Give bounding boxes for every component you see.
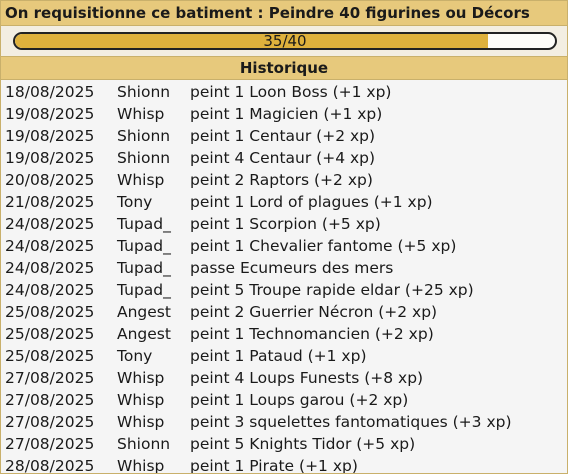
history-date: 25/08/2025 <box>5 325 95 343</box>
history-date: 20/08/2025 <box>5 171 95 189</box>
history-action: peint 1 Pataud (+1 xp) <box>190 347 367 365</box>
history-action: peint 1 Lord of plagues (+1 xp) <box>190 193 433 211</box>
history-action: peint 3 squelettes fantomatiques (+3 xp) <box>190 413 512 431</box>
history-row: 21/08/2025 Tony peint 1 Lord of plagues (+… <box>1 191 567 213</box>
progress-label: 35/40 <box>263 32 307 50</box>
history-row: 27/08/2025 Shionn peint 5 Knights Tidor (+… <box>1 433 567 455</box>
history-user: Tony <box>117 193 153 211</box>
history-action: peint 4 Centaur (+4 xp) <box>190 149 376 167</box>
history-user: Tupad_ <box>117 237 171 255</box>
history-action: passe Ecumeurs des mers <box>190 259 394 277</box>
history-date: 19/08/2025 <box>5 127 95 145</box>
history-user: Tony <box>117 347 153 365</box>
history-date: 25/08/2025 <box>5 347 95 365</box>
history-header: Historique <box>1 57 567 80</box>
history-row: 24/08/2025 Tupad_ peint 1 Scorpion (+5 xp) <box>1 213 567 235</box>
history-user: Shionn <box>117 83 171 101</box>
history-date: 24/08/2025 <box>5 259 95 277</box>
history-action: peint 1 Scorpion (+5 xp) <box>190 215 381 233</box>
history-action: peint 1 Magicien (+1 xp) <box>190 105 383 123</box>
history-user: Tupad_ <box>117 215 171 233</box>
history-user: Whisp <box>117 105 165 123</box>
history-row: 24/08/2025 Tupad_ passe Ecumeurs des mers <box>1 257 567 279</box>
history-action: peint 5 Troupe rapide eldar (+25 xp) <box>190 281 474 299</box>
quest-panel: On requisitionne ce batiment : Peindre 4… <box>0 0 568 474</box>
history-row: 25/08/2025 Angest peint 2 Guerrier Nécron … <box>1 301 567 323</box>
history-date: 24/08/2025 <box>5 281 95 299</box>
history-date: 24/08/2025 <box>5 215 95 233</box>
history-action: peint 2 Guerrier Nécron (+2 xp) <box>190 303 438 321</box>
history-action: peint 5 Knights Tidor (+5 xp) <box>190 435 416 453</box>
history-user: Angest <box>117 325 171 343</box>
history-user: Whisp <box>117 369 165 387</box>
history-date: 27/08/2025 <box>5 435 95 453</box>
history-date: 27/08/2025 <box>5 413 95 431</box>
history-date: 27/08/2025 <box>5 369 95 387</box>
history-row: 19/08/2025 Whisp peint 1 Magicien (+1 xp) <box>1 103 567 125</box>
history-row: 25/08/2025 Angest peint 1 Technomancien (+… <box>1 323 567 345</box>
history-row: 27/08/2025 Whisp peint 4 Loups Funests (+8… <box>1 367 567 389</box>
history-row: 28/08/2025 Whisp peint 1 Pirate (+1 xp) <box>1 455 567 474</box>
history-row: 18/08/2025 Shionn peint 1 Loon Boss (+1 xp… <box>1 81 567 103</box>
progress-section: 35/40 <box>1 26 567 57</box>
history-action: peint 1 Technomancien (+2 xp) <box>190 325 434 343</box>
history-user: Whisp <box>117 457 165 474</box>
history-user: Whisp <box>117 171 165 189</box>
history-action: peint 1 Centaur (+2 xp) <box>190 127 376 145</box>
history-date: 21/08/2025 <box>5 193 95 211</box>
quest-title: On requisitionne ce batiment : Peindre 4… <box>1 1 567 26</box>
history-date: 19/08/2025 <box>5 149 95 167</box>
history-row: 19/08/2025 Shionn peint 1 Centaur (+2 xp) <box>1 125 567 147</box>
history-user: Tupad_ <box>117 281 171 299</box>
history-date: 25/08/2025 <box>5 303 95 321</box>
history-user: Tupad_ <box>117 259 171 277</box>
history-row: 24/08/2025 Tupad_ peint 1 Chevalier fantom… <box>1 235 567 257</box>
history-date: 18/08/2025 <box>5 83 95 101</box>
history-list: 18/08/2025 Shionn peint 1 Loon Boss (+1 xp… <box>1 80 567 474</box>
history-row: 27/08/2025 Whisp peint 1 Loups garou (+2 x… <box>1 389 567 411</box>
history-row: 27/08/2025 Whisp peint 3 squelettes fantom… <box>1 411 567 433</box>
history-row: 20/08/2025 Whisp peint 2 Raptors (+2 xp) <box>1 169 567 191</box>
history-action: peint 1 Loon Boss (+1 xp) <box>190 83 392 101</box>
history-row: 24/08/2025 Tupad_ peint 5 Troupe rapide el… <box>1 279 567 301</box>
history-user: Shionn <box>117 149 171 167</box>
history-action: peint 1 Chevalier fantome (+5 xp) <box>190 237 457 255</box>
history-row: 19/08/2025 Shionn peint 4 Centaur (+4 xp) <box>1 147 567 169</box>
history-user: Angest <box>117 303 171 321</box>
history-user: Shionn <box>117 435 171 453</box>
history-user: Whisp <box>117 413 165 431</box>
history-date: 19/08/2025 <box>5 105 95 123</box>
history-date: 28/08/2025 <box>5 457 95 474</box>
history-action: peint 1 Pirate (+1 xp) <box>190 457 358 474</box>
history-row: 25/08/2025 Tony peint 1 Pataud (+1 xp) <box>1 345 567 367</box>
history-date: 27/08/2025 <box>5 391 95 409</box>
history-date: 24/08/2025 <box>5 237 95 255</box>
history-user: Shionn <box>117 127 171 145</box>
history-user: Whisp <box>117 391 165 409</box>
progress-bar: 35/40 <box>13 32 557 50</box>
history-action: peint 2 Raptors (+2 xp) <box>190 171 373 189</box>
history-action: peint 4 Loups Funests (+8 xp) <box>190 369 424 387</box>
history-action: peint 1 Loups garou (+2 xp) <box>190 391 409 409</box>
